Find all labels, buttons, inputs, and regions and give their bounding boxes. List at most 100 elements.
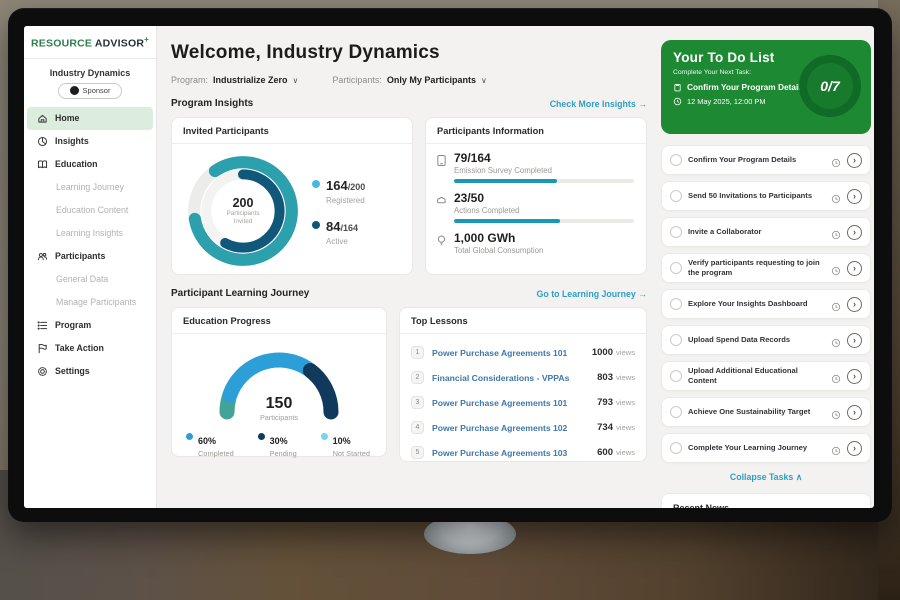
stat-label: Total Global Consumption [454,246,634,255]
sidebar-item-manage-participants[interactable]: Manage Participants [24,291,156,314]
sidebar-item-education[interactable]: Education [24,153,156,176]
sidebar-item-take-action[interactable]: Take Action [24,337,156,360]
sidebar-item-label: Insights [55,136,89,146]
legend-item-registered: 164/200 Registered [312,177,365,205]
clipboard-icon [673,83,682,92]
legend-value: 164 [326,178,348,193]
task-item[interactable]: Confirm Your Program Details › [661,145,871,175]
task-go-button[interactable]: › [847,405,862,420]
lesson-link[interactable]: Financial Considerations - VPPAs [432,373,597,383]
task-item[interactable]: Invite a Collaborator › [661,217,871,247]
lesson-link[interactable]: Power Purchase Agreements 103 [432,448,597,458]
clock-icon [831,443,841,453]
sidebar-nav: Home Insights Education Learning Journey… [24,107,156,383]
invited-body: 200 Participants Invited 164/200 Registe… [172,144,412,272]
sidebar-item-home[interactable]: Home [27,107,153,130]
task-checkbox[interactable] [670,406,682,418]
program-dropdown[interactable]: Program: Industrialize Zero ∨ [171,75,298,85]
sidebar-item-education-content[interactable]: Education Content [24,199,156,222]
check-more-insights-link[interactable]: Check More Insights → [550,99,647,109]
collapse-tasks-link[interactable]: Collapse Tasks ∧ [661,472,871,483]
todo-next-due-label: 12 May 2025, 12:00 PM [687,97,765,106]
task-go-button[interactable]: › [847,261,862,276]
donut-center-label: Invited [234,218,253,226]
task-go-button[interactable]: › [847,441,862,456]
legend-dot [321,433,328,440]
task-checkbox[interactable] [670,190,682,202]
task-item[interactable]: Send 50 Invitations to Participants › [661,181,871,211]
sidebar-item-settings[interactable]: Settings [24,360,156,383]
progress-bar [454,219,634,223]
progress-bar-fill [454,219,560,223]
task-checkbox[interactable] [670,442,682,454]
lesson-rank: 1 [411,346,424,359]
stat-row-emission-survey: 79/164 Emission Survey Completed [436,151,634,183]
clock-icon [831,191,841,201]
task-go-button[interactable]: › [847,189,862,204]
section-title: Program Insights [171,98,253,109]
org-name: Industry Dynamics [24,68,156,78]
chevron-right-icon: › [853,335,856,345]
section-title: Participant Learning Journey [171,288,309,299]
progress-bar [454,179,634,183]
task-checkbox[interactable] [670,154,682,166]
program-icon [37,320,48,331]
brand-secondary: ADVISOR [95,38,144,50]
lesson-link[interactable]: Power Purchase Agreements 101 [432,398,597,408]
task-label: Upload Spend Data Records [688,335,825,345]
task-checkbox[interactable] [670,298,682,310]
legend-label: Registered [326,196,365,205]
task-item[interactable]: Achieve One Sustainability Target › [661,397,871,427]
task-item[interactable]: Explore Your Insights Dashboard › [661,289,871,319]
lesson-link[interactable]: Power Purchase Agreements 102 [432,423,597,433]
task-item[interactable]: Upload Additional Educational Content › [661,361,871,391]
brand-primary: RESOURCE [31,38,92,50]
participants-dropdown[interactable]: Participants: Only My Participants ∨ [332,75,486,85]
task-go-button[interactable]: › [847,297,862,312]
task-item[interactable]: Complete Your Learning Journey › [661,433,871,463]
task-checkbox[interactable] [670,262,682,274]
consumption-icon [436,234,447,247]
legend-total: /164 [340,223,358,233]
task-checkbox[interactable] [670,370,682,382]
legend-total: /200 [348,182,366,192]
task-checkbox[interactable] [670,226,682,238]
todo-header-card: Your To Do List Complete Your Next Task:… [661,40,871,134]
sidebar-item-insights[interactable]: Insights [24,130,156,153]
clock-icon [831,335,841,345]
survey-icon [436,154,447,167]
top-lessons-list: 1 Power Purchase Agreements 101 1000 vie… [400,334,646,465]
lesson-rank: 3 [411,396,424,409]
legend-label: Completed [198,449,234,458]
task-go-button[interactable]: › [847,333,862,348]
learning-journey-header: Participant Learning Journey Go to Learn… [171,288,647,299]
card-title: Invited Participants [172,118,412,144]
views-label: views [616,423,635,432]
task-item[interactable]: Upload Spend Data Records › [661,325,871,355]
todo-progress-value: 0/7 [820,78,839,94]
sidebar-item-learning-insights[interactable]: Learning Insights [24,222,156,245]
chevron-right-icon: › [853,443,856,453]
recent-news-title: Recent News [673,503,729,508]
task-go-button[interactable]: › [847,369,862,384]
legend-value: 30% [270,436,288,446]
go-to-learning-journey-link[interactable]: Go to Learning Journey → [537,289,647,299]
sidebar-item-label: Learning Journey [56,182,124,192]
chevron-right-icon: › [853,155,856,165]
education-progress-card: Education Progress 150 Participants [171,307,387,457]
sidebar-item-label: Education [55,159,98,169]
task-checkbox[interactable] [670,334,682,346]
sidebar-item-participants[interactable]: Participants [24,245,156,268]
sidebar-item-program[interactable]: Program [24,314,156,337]
participants-information-body: 79/164 Emission Survey Completed 23/50 A… [426,144,646,255]
sidebar-item-label: Participants [55,251,105,261]
sponsor-badge: Sponsor [58,83,122,99]
views-label: views [616,348,635,357]
lesson-link[interactable]: Power Purchase Agreements 101 [432,348,592,358]
task-item[interactable]: Verify participants requesting to join t… [661,253,871,283]
donut-center-value: 200 [233,196,254,210]
task-go-button[interactable]: › [847,153,862,168]
sidebar-item-learning-journey[interactable]: Learning Journey [24,176,156,199]
sidebar-item-general-data[interactable]: General Data [24,268,156,291]
task-go-button[interactable]: › [847,225,862,240]
